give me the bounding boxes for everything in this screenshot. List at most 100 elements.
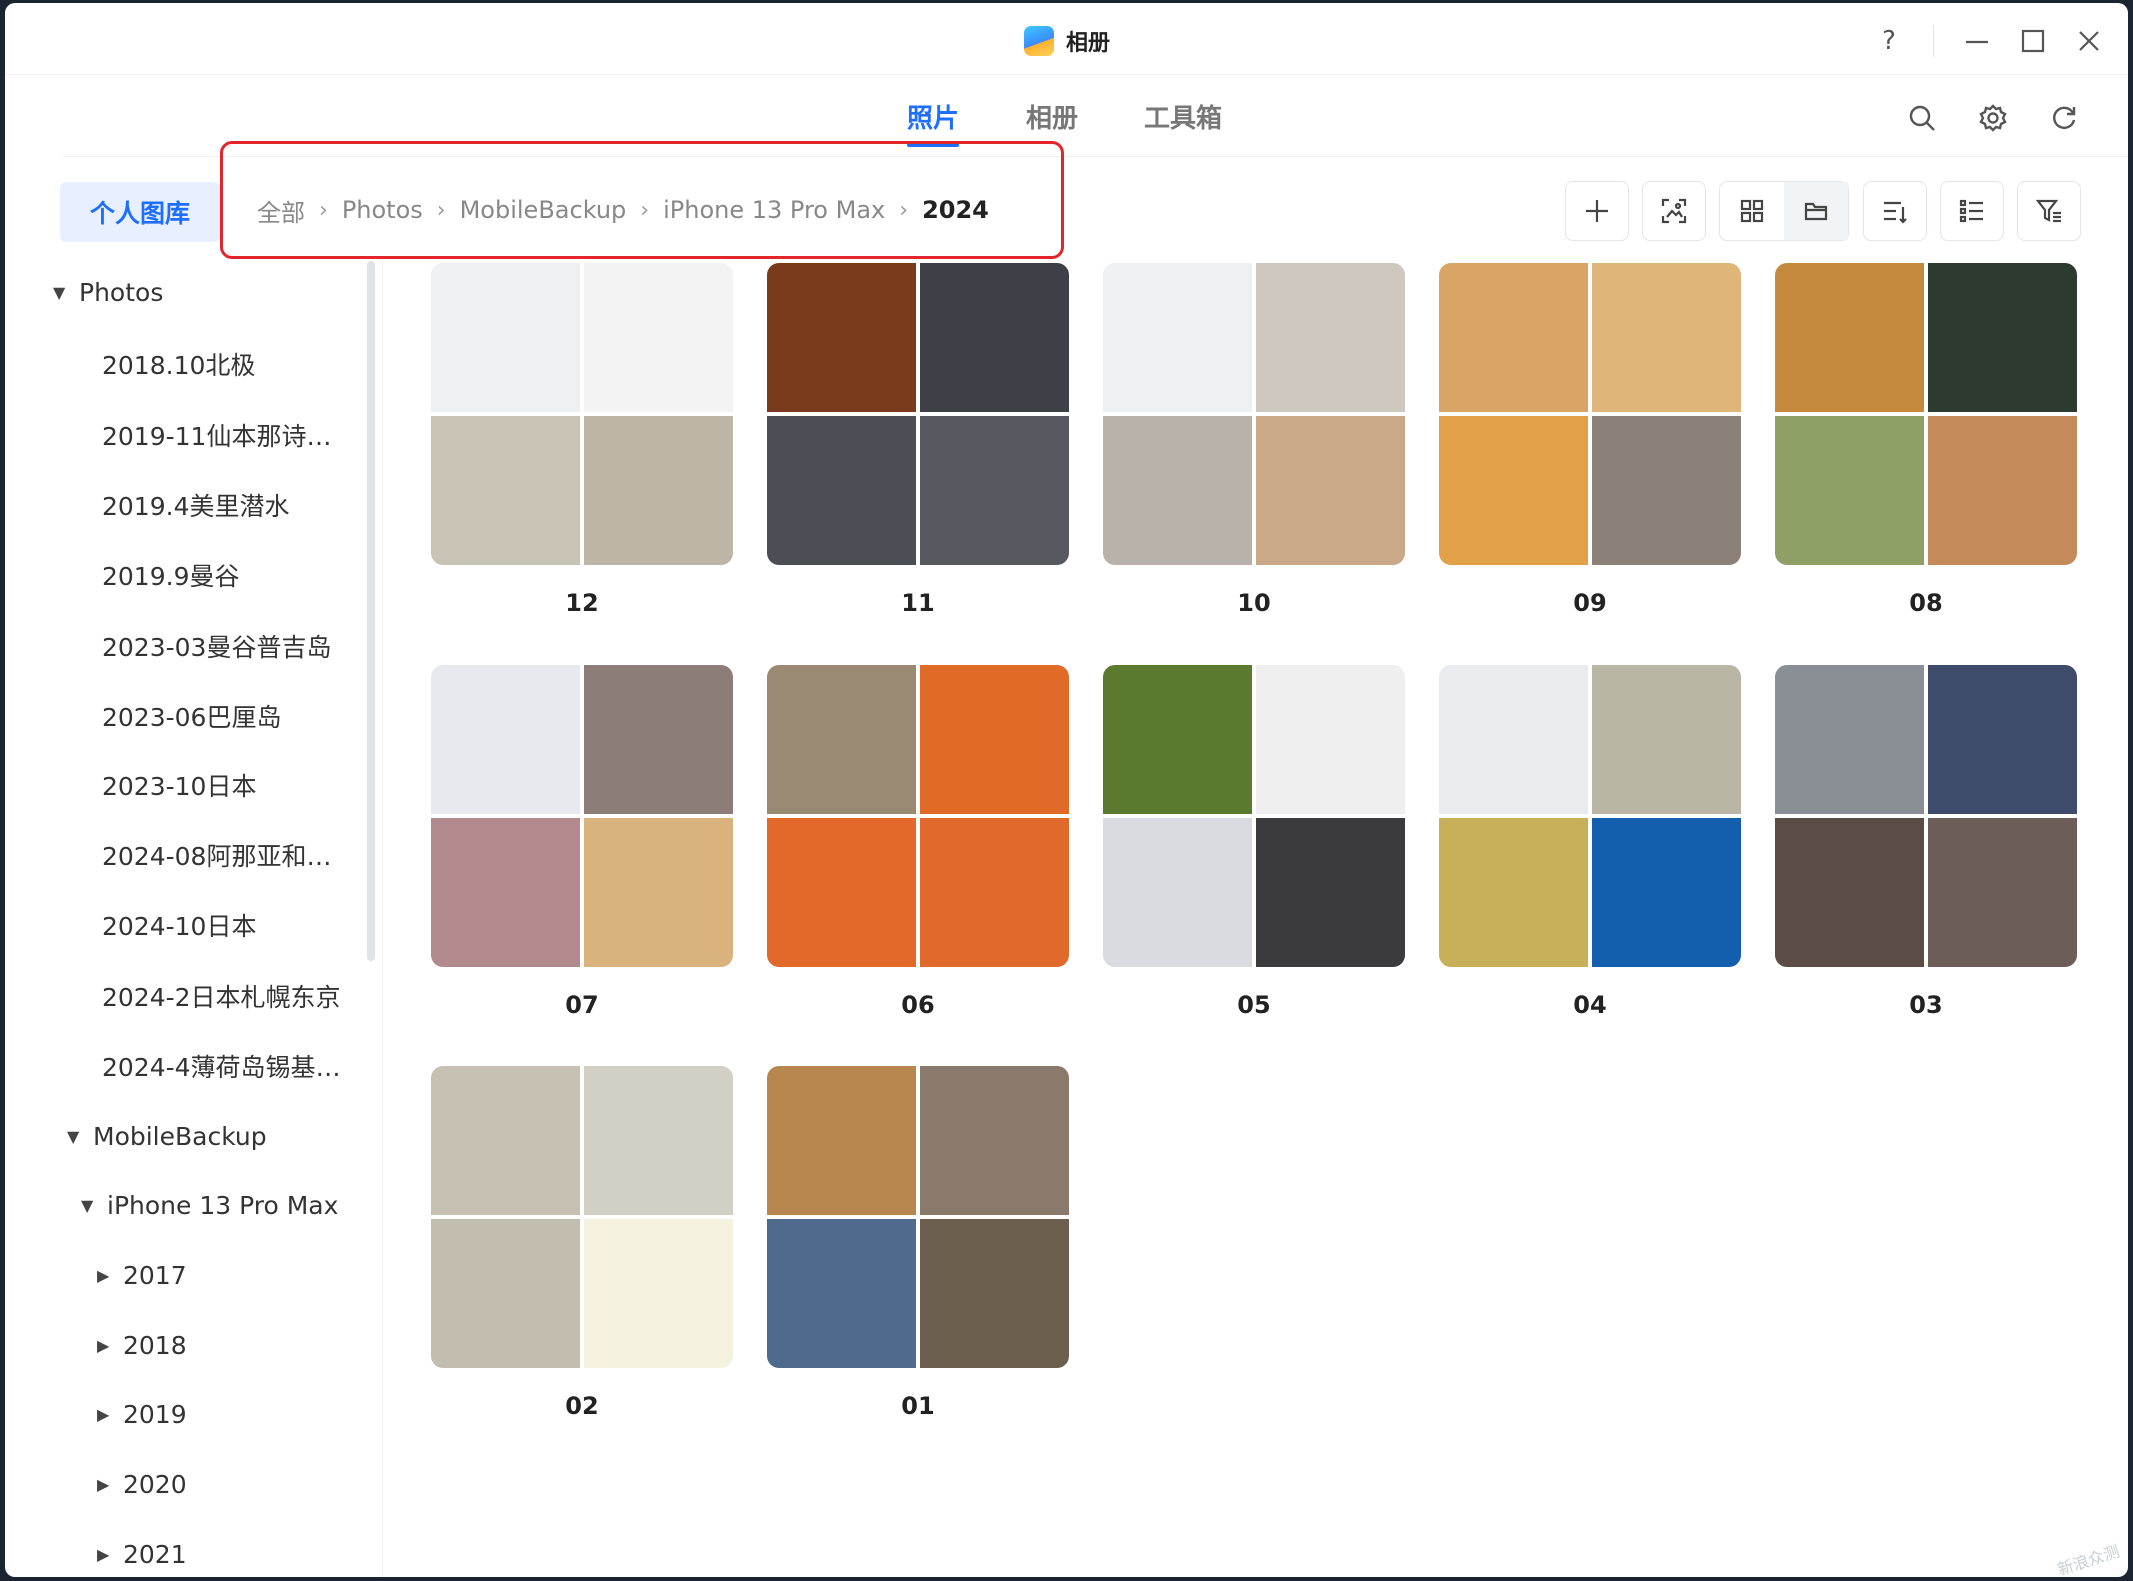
tree-item-device[interactable]: ▼ iPhone 13 Pro Max: [81, 1180, 338, 1230]
photo-thumbnail: [1256, 263, 1405, 412]
tree-item-label: 2019-11仙本那诗巴丹: [102, 422, 347, 451]
close-button[interactable]: [2069, 21, 2109, 61]
photo-thumbnail: [1439, 263, 1588, 412]
title-bar: 相册 ?: [5, 3, 2128, 75]
tree-item-folder[interactable]: 2023-10日本: [102, 760, 256, 810]
photo-thumbnail: [431, 818, 580, 967]
list-options-button[interactable]: [1940, 181, 2004, 241]
grid-view-button[interactable]: [1720, 182, 1784, 240]
folder-thumbnail-mosaic[interactable]: [431, 665, 733, 967]
folder-tile[interactable]: 07: [431, 665, 733, 1019]
folder-label: 03: [1909, 991, 1943, 1019]
folder-thumbnail-mosaic[interactable]: [1103, 263, 1405, 565]
folder-tile[interactable]: 11: [767, 263, 1069, 617]
tree-item-folder[interactable]: 2019.4美里潜水: [102, 480, 289, 530]
face-recognition-button[interactable]: [1642, 181, 1706, 241]
tree-item-year[interactable]: ▶ 2018: [97, 1320, 187, 1370]
scan-image-icon: [1661, 198, 1687, 224]
folder-tile[interactable]: 04: [1439, 665, 1741, 1019]
folder-thumbnail-mosaic[interactable]: [431, 263, 733, 565]
close-icon: [2079, 31, 2099, 51]
photo-thumbnail: [1439, 818, 1588, 967]
window-title: 相册: [1066, 31, 1111, 56]
tree-item-mobilebackup[interactable]: ▼ MobileBackup: [67, 1111, 267, 1161]
folder-label: 07: [565, 991, 599, 1019]
folder-tile[interactable]: 10: [1103, 263, 1405, 617]
folder-thumbnail-mosaic[interactable]: [767, 1066, 1069, 1368]
tree-item-label: 2024-2日本札幌东京: [102, 983, 341, 1012]
caret-down-icon: ▼: [67, 1126, 80, 1146]
photo-thumbnail: [1592, 818, 1741, 967]
sidebar-scrollbar[interactable]: [367, 261, 375, 961]
tree-item-year[interactable]: ▶ 2017: [97, 1250, 187, 1300]
maximize-icon: [2021, 29, 2045, 53]
search-button[interactable]: [1902, 98, 1942, 138]
tree-item-folder[interactable]: 2019-11仙本那诗巴丹: [102, 410, 347, 460]
filter-button[interactable]: [2017, 181, 2081, 241]
photo-thumbnail: [1775, 665, 1924, 814]
tab-albums[interactable]: 相册: [1026, 98, 1078, 135]
sort-icon: [1884, 201, 1907, 224]
window-title-group: 相册: [1024, 25, 1110, 57]
folder-tile[interactable]: 12: [431, 263, 733, 617]
refresh-button[interactable]: [2044, 98, 2084, 138]
folder-thumbnail-mosaic[interactable]: [1775, 263, 2077, 565]
help-button[interactable]: ?: [1869, 21, 1909, 61]
tab-toolbox[interactable]: 工具箱: [1144, 98, 1222, 135]
folder-tile[interactable]: 08: [1775, 263, 2077, 617]
photo-thumbnail: [584, 416, 733, 565]
settings-button[interactable]: [1973, 98, 2013, 138]
tree-item-folder[interactable]: 2024-08阿那亚和北戴河: [102, 830, 347, 880]
photo-thumbnail: [584, 818, 733, 967]
folder-tile[interactable]: 05: [1103, 665, 1405, 1019]
tree-item-folder[interactable]: 2019.9曼谷: [102, 550, 239, 600]
photo-thumbnail: [767, 1219, 916, 1368]
folder-view-button[interactable]: [1784, 182, 1848, 240]
minimize-button[interactable]: [1957, 21, 1997, 61]
folder-label: 02: [565, 1392, 599, 1420]
photo-thumbnail: [431, 416, 580, 565]
personal-library-button[interactable]: 个人图库: [60, 182, 220, 242]
tab-photos[interactable]: 照片: [907, 98, 960, 147]
tree-item-folder[interactable]: 2024-4薄荷岛锡基霍尔: [102, 1041, 357, 1091]
tree-item-label: 2018.10北极: [102, 351, 256, 380]
tree-item-photos[interactable]: ▼ Photos: [53, 267, 163, 317]
photo-thumbnail: [584, 665, 733, 814]
folder-thumbnail-mosaic[interactable]: [767, 263, 1069, 565]
folder-thumbnail-mosaic[interactable]: [1439, 263, 1741, 565]
add-button[interactable]: [1565, 181, 1629, 241]
tree-item-label: iPhone 13 Pro Max: [107, 1190, 339, 1220]
folder-tile[interactable]: 09: [1439, 263, 1741, 617]
photo-thumbnail: [584, 1066, 733, 1215]
tree-item-folder[interactable]: 2024-2日本札幌东京: [102, 971, 341, 1021]
photo-thumbnail: [1256, 665, 1405, 814]
tree-item-label: 2023-03曼谷普吉岛: [102, 633, 332, 662]
caret-down-icon: ▼: [53, 282, 66, 302]
tree-item-year[interactable]: ▶ 2021: [97, 1529, 187, 1577]
photo-thumbnail: [431, 665, 580, 814]
tree-item-folder[interactable]: 2023-06巴厘岛: [102, 691, 281, 741]
photo-thumbnail: [767, 263, 916, 412]
photo-thumbnail: [1103, 416, 1252, 565]
folder-thumbnail-mosaic[interactable]: [1103, 665, 1405, 967]
folder-tile[interactable]: 03: [1775, 665, 2077, 1019]
folder-thumbnail-mosaic[interactable]: [767, 665, 1069, 967]
maximize-button[interactable]: [2013, 21, 2053, 61]
tree-item-folder[interactable]: 2023-03曼谷普吉岛: [102, 621, 331, 671]
photo-thumbnail: [767, 818, 916, 967]
folder-tile[interactable]: 02: [431, 1066, 733, 1420]
tree-item-folder[interactable]: 2018.10北极: [102, 339, 255, 389]
photo-thumbnail: [767, 416, 916, 565]
folder-thumbnail-mosaic[interactable]: [1439, 665, 1741, 967]
folder-label: 09: [1573, 589, 1607, 617]
tree-item-folder[interactable]: 2024-10日本: [102, 900, 256, 950]
tree-item-year[interactable]: ▶ 2019: [97, 1389, 187, 1439]
folder-thumbnail-mosaic[interactable]: [1775, 665, 2077, 967]
sort-button[interactable]: [1863, 181, 1927, 241]
photo-thumbnail: [920, 665, 1069, 814]
folder-thumbnail-mosaic[interactable]: [431, 1066, 733, 1368]
tree-item-year[interactable]: ▶ 2020: [97, 1459, 187, 1509]
folder-tile[interactable]: 01: [767, 1066, 1069, 1420]
tree-item-label: 2018: [123, 1330, 187, 1360]
folder-tile[interactable]: 06: [767, 665, 1069, 1019]
